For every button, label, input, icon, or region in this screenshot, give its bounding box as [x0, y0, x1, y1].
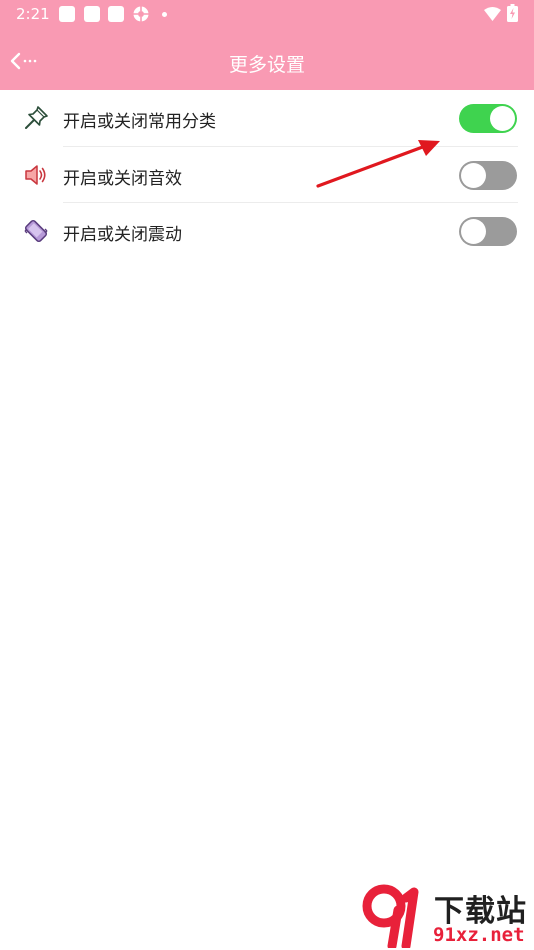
- app-notification-icon: [108, 6, 124, 22]
- setting-row-sound-effects: 开启或关闭音效: [0, 147, 534, 204]
- wifi-icon: [484, 6, 501, 25]
- status-bar: 2:21: [0, 0, 534, 28]
- toggle-knob: [490, 106, 515, 131]
- sync-icon: [132, 5, 150, 23]
- title-bar: 更多设置: [0, 28, 534, 90]
- setting-row-vibration: 开启或关闭震动: [0, 203, 534, 260]
- vibration-toggle[interactable]: [459, 217, 517, 246]
- toggle-knob: [461, 163, 486, 188]
- more-notifications-dot: [162, 12, 167, 17]
- status-time: 2:21: [16, 5, 50, 23]
- watermark-logo: [362, 884, 419, 948]
- setting-label: 开启或关闭震动: [63, 225, 182, 245]
- pin-icon: [23, 105, 49, 131]
- watermark: 下载站 91xz.net: [362, 884, 532, 948]
- toggle-knob: [461, 219, 486, 244]
- watermark-domain: 91xz.net: [433, 924, 525, 946]
- setting-label: 开启或关闭常用分类: [63, 112, 216, 132]
- annotation-arrow: [316, 140, 440, 188]
- page-title: 更多设置: [228, 54, 305, 76]
- sound-effects-toggle[interactable]: [459, 161, 517, 190]
- common-categories-toggle[interactable]: [459, 104, 517, 133]
- setting-label: 开启或关闭音效: [63, 169, 182, 189]
- setting-row-common-categories: 开启或关闭常用分类: [0, 90, 534, 147]
- vibrate-icon: [23, 218, 49, 244]
- battery-icon: [507, 4, 518, 26]
- app-notification-icon: [59, 6, 75, 22]
- speaker-icon: [23, 162, 49, 188]
- app-notification-icon: [84, 6, 100, 22]
